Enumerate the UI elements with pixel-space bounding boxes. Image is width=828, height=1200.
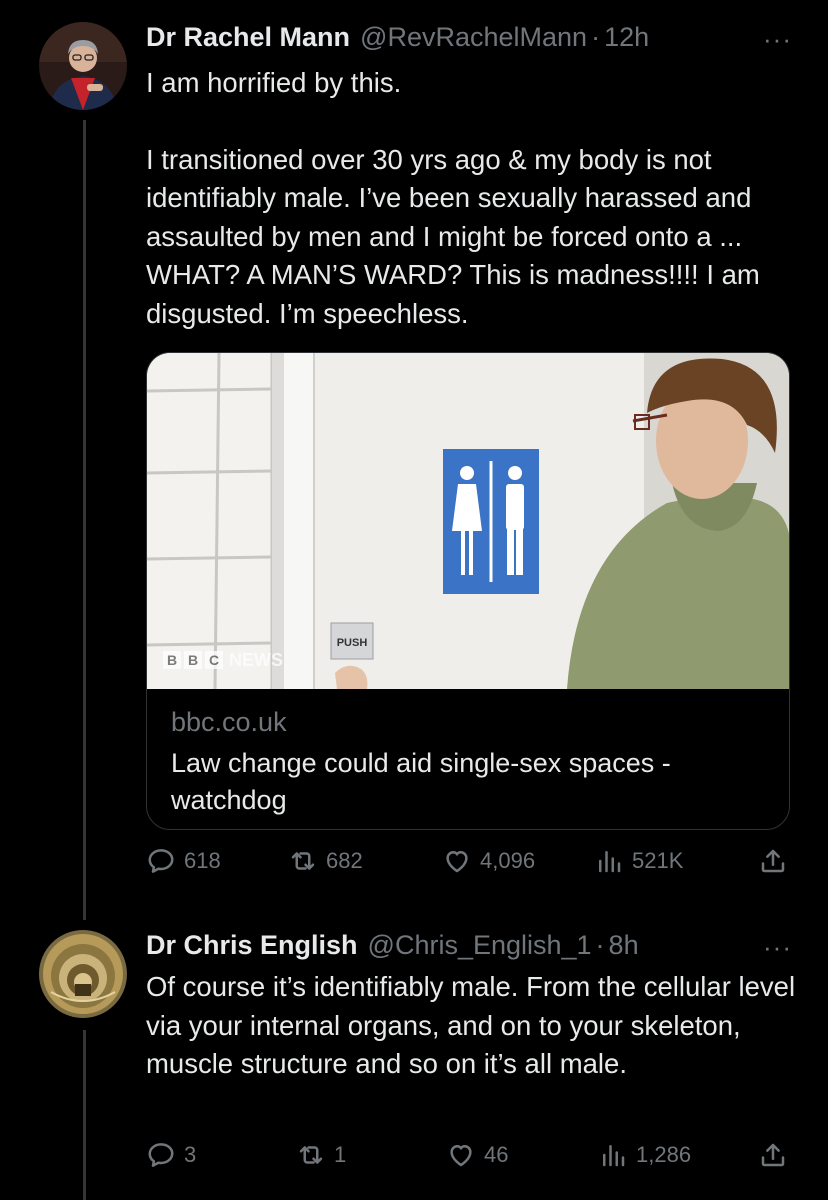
views-button[interactable]: 521K [594,846,683,876]
reply-button[interactable]: 618 [146,846,221,876]
timestamp[interactable]: 12h [604,22,649,53]
more-icon[interactable]: ··· [763,24,792,55]
share-button[interactable] [758,1140,796,1170]
watermark-letter-b1: B [167,652,177,668]
views-icon [603,1145,625,1167]
repost-icon [291,852,315,870]
tweet-text-paragraph-2: I transitioned over 30 yrs ago & my body… [146,143,760,329]
separator-dot: · [595,930,605,960]
tweet-text-paragraph-1: I am horrified by this. [146,67,402,98]
tweet-header: Dr Rachel Mann @RevRachelMann · 12h [146,22,649,62]
reply-count: 618 [184,848,221,873]
repost-button[interactable]: 1 [296,1140,346,1170]
like-button[interactable]: 46 [446,1140,508,1170]
display-name[interactable]: Dr Chris English [146,930,358,961]
watermark-letter-c: C [209,652,219,668]
share-icon [761,849,785,873]
card-photo: PUSH B B C NEWS [147,353,789,689]
like-button[interactable]: 4,096 [442,846,535,876]
avatar-image [39,930,127,1018]
views-count: 1,286 [636,1142,692,1167]
reply-icon [148,849,174,873]
display-name[interactable]: Dr Rachel Mann [146,22,350,53]
reply-icon [148,1143,174,1167]
views-count: 521K [632,848,684,873]
user-handle[interactable]: @Chris_English_1 [368,930,592,961]
like-icon [450,1145,472,1167]
avatar-image [39,22,127,110]
repost-count: 682 [326,848,363,873]
tweet-header: Dr Chris English @Chris_English_1 · 8h [146,930,639,970]
separator-dot: · [591,22,601,52]
more-icon[interactable]: ··· [763,932,792,963]
user-handle[interactable]: @RevRachelMann [360,22,587,53]
reply-count: 3 [184,1142,197,1167]
bbc-news-watermark: B B C NEWS [163,650,283,670]
card-domain: bbc.co.uk [171,707,287,737]
timestamp[interactable]: 8h [609,930,639,961]
watermark-letter-b2: B [188,652,198,668]
link-preview-card[interactable]: PUSH B B C NEWS bbc.co.uk Law change cou… [146,352,790,830]
avatar[interactable] [39,22,127,110]
card-image[interactable]: PUSH B B C NEWS [147,353,789,689]
like-count: 46 [484,1142,509,1167]
share-icon [761,1143,785,1167]
share-button[interactable] [758,846,796,876]
avatar[interactable] [39,930,127,1018]
push-plate-label: PUSH [337,637,368,649]
tweet-text: I am horrified by this. I transitioned o… [146,64,796,333]
repost-icon [299,1146,323,1164]
watermark-news: NEWS [229,650,283,670]
card-title: Law change could aid single-sex spaces -… [171,748,671,815]
like-icon [446,851,468,873]
tweet-actions: 3 1 46 1,286 [146,1140,796,1180]
like-count: 4,096 [480,848,536,873]
tweet-text: Of course it’s identifiably male. From t… [146,971,796,1079]
repost-count: 1 [334,1142,347,1167]
tweet-actions: 618 682 4,096 521K [146,846,796,886]
tweet-chris-english[interactable]: Dr Chris English @Chris_English_1 · 8h ·… [0,930,828,1200]
views-button[interactable]: 1,286 [598,1140,691,1170]
repost-button[interactable]: 682 [288,846,363,876]
toilet-sign [443,449,539,594]
reply-button[interactable]: 3 [146,1140,196,1170]
views-icon [599,851,621,873]
